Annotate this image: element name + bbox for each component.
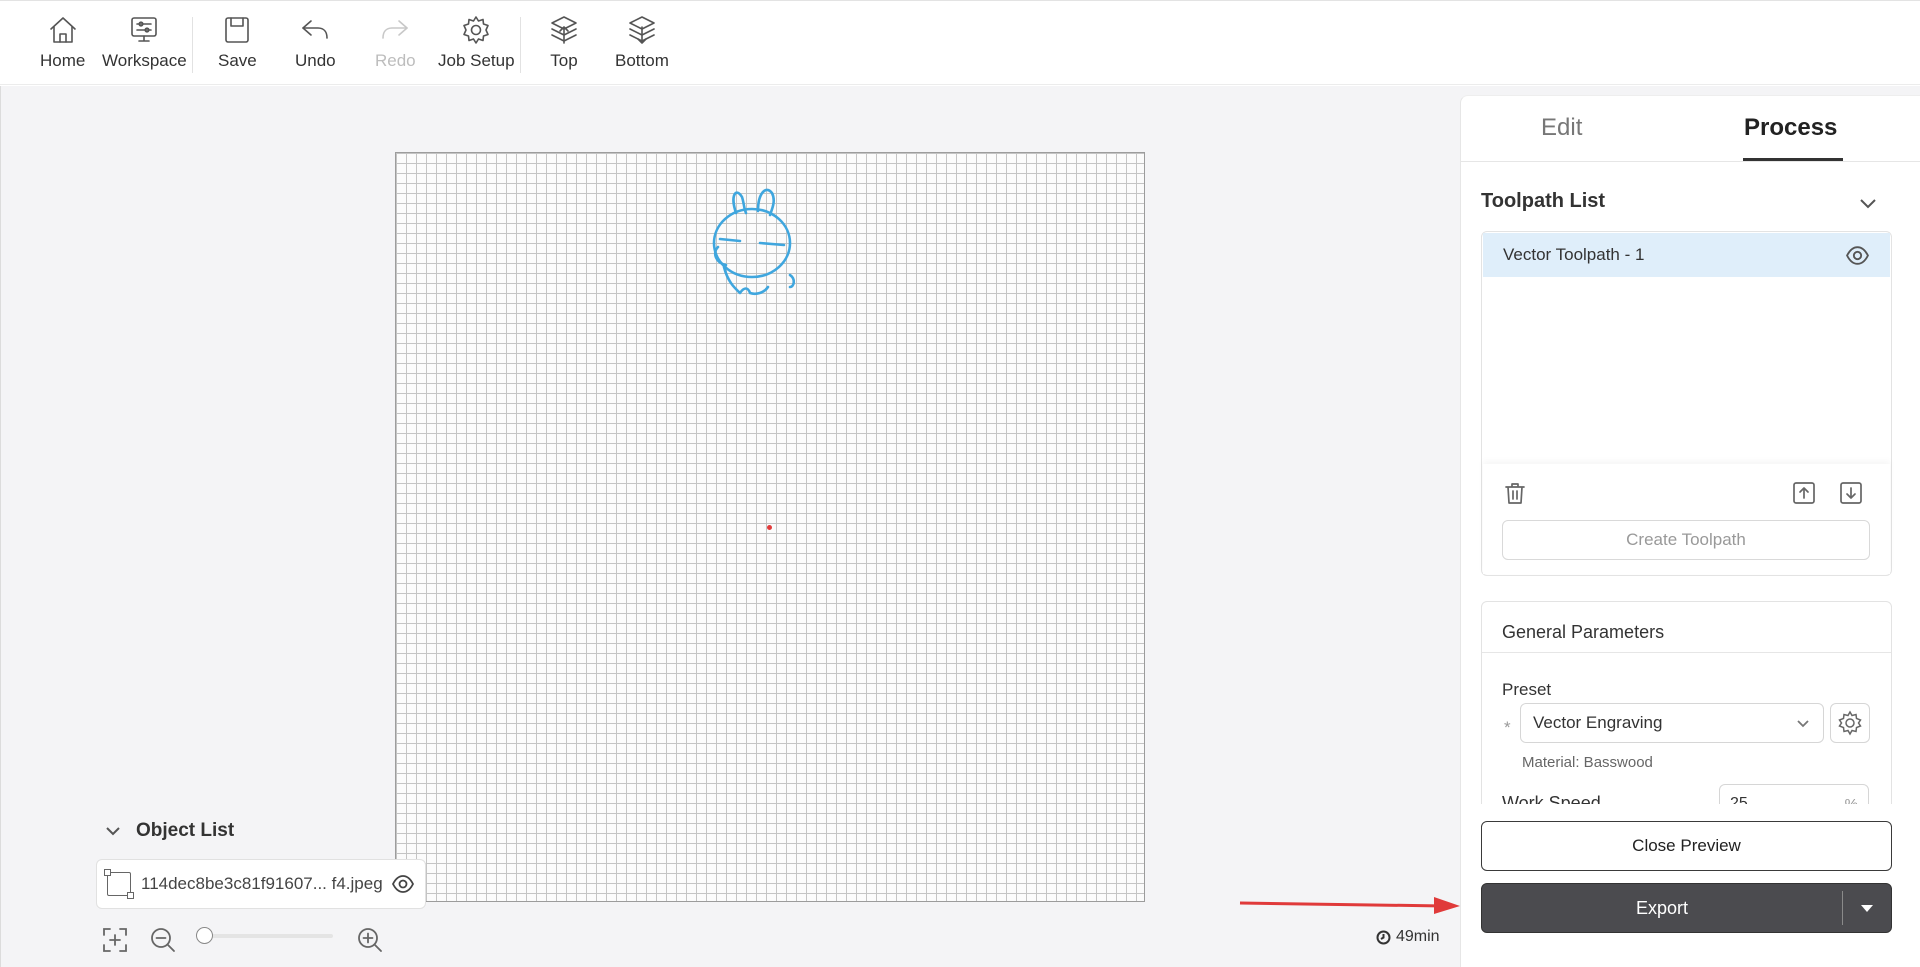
save-button[interactable]: Save [218,13,257,75]
panel-action-bar: Close Preview Export [1461,804,1920,967]
section-divider [1482,652,1891,653]
zoom-slider-handle[interactable] [196,927,213,944]
gear-icon [463,16,490,44]
redo-icon [382,20,409,39]
annotation-arrow [1239,897,1460,914]
close-preview-button[interactable]: Close Preview [1481,821,1892,871]
toolpath-list-title: Toolpath List [1481,190,1606,212]
export-button[interactable]: Export [1481,883,1892,933]
process-panel: Edit Process Toolpath List Vector Toolpa… [1460,95,1920,967]
home-icon [49,17,76,43]
layers-top-icon [551,16,577,44]
move-down-icon[interactable] [1838,480,1864,506]
required-mark: * [1504,718,1511,737]
object-name: 114dec8be3c81f91607... f4.jpeg [141,874,383,893]
home-button[interactable]: Home [40,13,85,75]
top-label: Top [550,51,578,70]
toolpath-list: Vector Toolpath - 1 Create Toolpath [1481,231,1892,576]
chevron-down-icon[interactable] [1857,192,1879,214]
toolbar-divider [192,17,193,73]
redo-button[interactable]: Redo [375,13,416,75]
undo-label: Undo [295,51,336,70]
chevron-down-icon [1797,720,1809,728]
zoom-slider-track[interactable] [205,934,333,938]
zoom-out-icon[interactable] [149,926,177,954]
workspace-label: Workspace [102,51,187,70]
bottom-layer-button[interactable]: Bottom [615,13,669,75]
preset-select[interactable]: Vector Engraving [1520,703,1824,743]
eye-icon[interactable] [391,872,415,896]
time-estimate: 49min [1376,928,1440,946]
undo-button[interactable]: Undo [295,13,336,75]
move-up-icon[interactable] [1791,480,1817,506]
export-options-button[interactable] [1843,903,1891,913]
bunny-sketch-image[interactable] [706,183,810,305]
toolbar-divider [520,17,521,73]
object-list-item[interactable]: 114dec8be3c81f91607... f4.jpeg [96,859,426,909]
object-list-header[interactable]: Object List [104,820,234,842]
bottom-label: Bottom [615,51,669,70]
material-label: Material: Basswood [1522,754,1653,771]
tab-edit[interactable]: Edit [1541,114,1582,142]
vector-object-icon [104,869,134,899]
workspace-icon [131,17,158,42]
general-parameters-section: General Parameters Preset * Vector Engra… [1481,601,1892,821]
chevron-down-icon [106,827,120,836]
object-list-title: Object List [136,820,235,841]
clock-icon [1376,930,1391,944]
job-setup-label: Job Setup [438,51,515,70]
origin-marker [767,525,772,530]
preset-label: Preset [1502,680,1552,699]
eye-icon[interactable] [1845,243,1870,268]
toolpath-name: Vector Toolpath - 1 [1503,245,1645,264]
trash-icon[interactable] [1502,480,1528,506]
home-label: Home [40,51,86,70]
general-parameters-title: General Parameters [1502,622,1665,642]
save-label: Save [218,51,257,70]
export-label: Export [1635,897,1689,918]
tab-divider [1461,161,1920,162]
zoom-fit-icon[interactable] [101,926,129,954]
preset-value: Vector Engraving [1533,713,1663,732]
layers-bottom-icon [629,16,655,44]
undo-icon [302,20,329,39]
top-layer-button[interactable]: Top [547,13,581,75]
redo-label: Redo [375,51,416,70]
preset-settings-button[interactable] [1830,703,1870,743]
toolpath-item[interactable]: Vector Toolpath - 1 [1483,233,1890,277]
time-estimate-value: 49min [1396,928,1440,945]
tab-process[interactable]: Process [1744,114,1837,142]
caret-down-icon [1861,905,1873,912]
workspace-button[interactable]: Workspace [102,13,187,75]
gear-icon [1838,710,1862,736]
zoom-in-icon[interactable] [356,926,384,954]
create-toolpath-button[interactable]: Create Toolpath [1502,520,1870,560]
job-setup-button[interactable]: Job Setup [438,13,515,75]
save-icon [225,17,250,43]
top-toolbar: Home Workspace Save Undo Redo Job Setup … [0,0,1920,85]
